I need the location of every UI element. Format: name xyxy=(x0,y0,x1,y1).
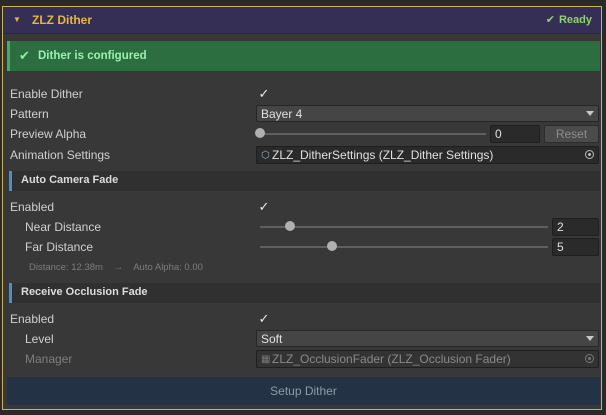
manager-value: ZLZ_OcclusionFader (ZLZ_Occlusion Fader) xyxy=(272,352,511,366)
camera-fade-enabled-label: Enabled xyxy=(10,200,55,214)
near-distance-label: Near Distance xyxy=(25,220,102,234)
status-text: Ready xyxy=(558,14,592,26)
chevron-down-icon xyxy=(586,111,594,116)
pattern-row: Pattern Bayer 4 xyxy=(3,104,601,124)
inspector-panel: ▼ ZLZ Dither ✔ Ready ✔ Dither is configur… xyxy=(2,6,602,410)
chevron-down-icon xyxy=(586,336,594,341)
enable-dither-checkbox[interactable]: ✓ xyxy=(257,87,271,101)
success-banner: ✔ Dither is configured xyxy=(7,41,600,71)
section-title: Receive Occlusion Fade xyxy=(21,286,148,298)
far-distance-slider-track[interactable] xyxy=(260,246,548,248)
object-picker-icon[interactable] xyxy=(585,150,594,159)
level-value: Soft xyxy=(261,332,283,346)
manager-field: ▦ ZLZ_OcclusionFader (ZLZ_Occlusion Fade… xyxy=(256,350,599,368)
reset-button[interactable]: Reset xyxy=(544,125,599,143)
distance-readout: Distance: 12.38m xyxy=(29,262,103,273)
animation-settings-field[interactable]: ⬡ ZLZ_DitherSettings (ZLZ_Dither Setting… xyxy=(256,146,599,164)
preview-alpha-label: Preview Alpha xyxy=(10,127,87,141)
pattern-label: Pattern xyxy=(10,107,49,121)
level-row: Level Soft xyxy=(3,329,601,349)
section-receive-occlusion-fade: Receive Occlusion Fade xyxy=(9,283,600,303)
manager-row: Manager ▦ ZLZ_OcclusionFader (ZLZ_Occlus… xyxy=(3,349,601,369)
preview-alpha-input[interactable]: 0 xyxy=(490,125,540,143)
occlusion-enabled-checkbox[interactable]: ✓ xyxy=(257,312,271,326)
scriptable-object-icon: ⬡ xyxy=(261,150,270,161)
pattern-dropdown[interactable]: Bayer 4 xyxy=(256,105,599,122)
near-distance-input[interactable]: 2 xyxy=(552,218,599,236)
near-distance-value: 2 xyxy=(557,220,564,234)
near-distance-slider-track[interactable] xyxy=(260,226,548,228)
pattern-value: Bayer 4 xyxy=(261,107,303,121)
auto-alpha-readout: Auto Alpha: 0.00 xyxy=(133,262,203,273)
animation-settings-row: Animation Settings ⬡ ZLZ_DitherSettings … xyxy=(3,145,601,165)
level-label: Level xyxy=(25,332,54,346)
section-auto-camera-fade: Auto Camera Fade xyxy=(9,171,600,191)
far-distance-label: Far Distance xyxy=(25,240,94,254)
animation-settings-label: Animation Settings xyxy=(10,148,111,162)
camera-fade-enabled-checkbox[interactable]: ✓ xyxy=(257,200,271,214)
far-distance-value: 5 xyxy=(557,240,564,254)
section-title: Auto Camera Fade xyxy=(21,174,119,186)
camera-fade-info: Distance: 12.38m → Auto Alpha: 0.00 xyxy=(29,262,203,273)
far-distance-row: Far Distance 5 xyxy=(3,237,601,257)
foldout-arrow-icon[interactable]: ▼ xyxy=(13,15,21,24)
script-component-icon: ▦ xyxy=(261,354,271,365)
arrow-right-icon: → xyxy=(113,262,124,273)
occlusion-enabled-row: Enabled ✓ xyxy=(3,309,601,329)
manager-label: Manager xyxy=(25,352,73,366)
far-distance-slider-thumb[interactable] xyxy=(327,241,337,251)
camera-fade-enabled-row: Enabled ✓ xyxy=(3,197,601,217)
preview-alpha-slider-track[interactable] xyxy=(260,133,486,135)
component-header[interactable]: ▼ ZLZ Dither ✔ Ready xyxy=(3,7,601,34)
check-icon: ✔ xyxy=(19,48,30,63)
occlusion-enabled-label: Enabled xyxy=(10,312,55,326)
level-dropdown[interactable]: Soft xyxy=(256,330,599,347)
preview-alpha-slider-thumb[interactable] xyxy=(255,128,265,138)
enable-dither-row: Enable Dither ✓ xyxy=(3,84,601,104)
enable-dither-label: Enable Dither xyxy=(10,87,83,101)
near-distance-row: Near Distance 2 xyxy=(3,217,601,237)
near-distance-slider-thumb[interactable] xyxy=(285,221,295,231)
preview-alpha-value: 0 xyxy=(495,127,502,141)
setup-dither-button[interactable]: Setup Dither xyxy=(7,377,600,405)
status-badge: ✔ Ready xyxy=(546,13,592,26)
component-title: ZLZ Dither xyxy=(32,13,92,27)
check-icon: ✔ xyxy=(545,14,555,26)
animation-settings-value: ZLZ_DitherSettings (ZLZ_Dither Settings) xyxy=(272,148,494,162)
preview-alpha-row: Preview Alpha 0 Reset xyxy=(3,124,601,144)
object-picker-icon xyxy=(585,354,594,363)
banner-text: Dither is configured xyxy=(38,50,147,62)
far-distance-input[interactable]: 5 xyxy=(552,238,599,256)
